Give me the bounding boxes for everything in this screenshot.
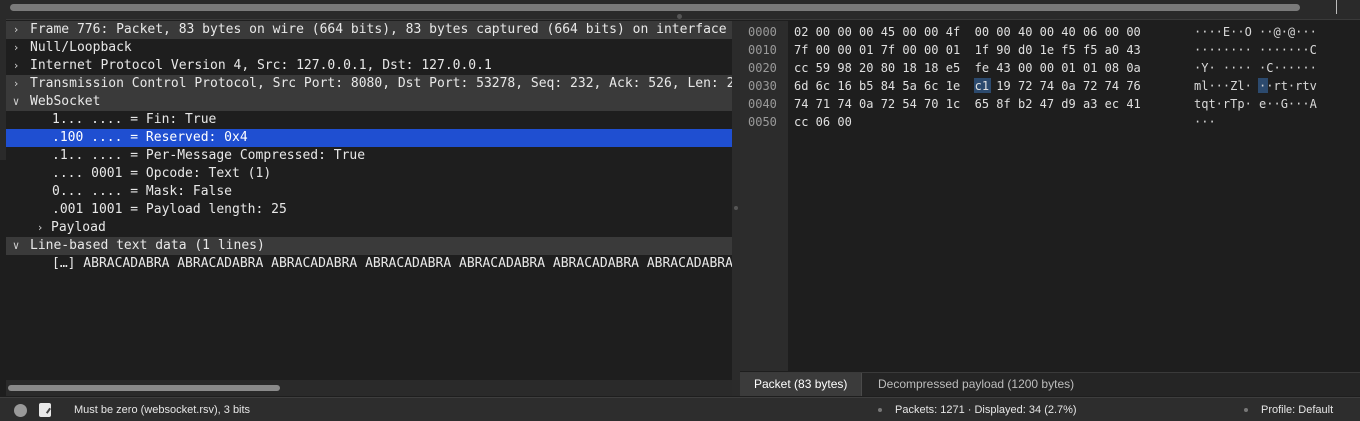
bytes-offset-line: 0030 — [748, 79, 777, 93]
tree-row[interactable]: › Frame 776: Packet, 83 bytes on wire (66… — [6, 21, 732, 39]
tree-row[interactable]: .100 .... = Reserved: 0x4 — [6, 129, 732, 147]
bytes-offset-line: 0000 — [748, 25, 777, 39]
chevron-right-icon[interactable]: › — [34, 219, 46, 237]
tab-decompressed-payload[interactable]: Decompressed payload (1200 bytes) — [864, 373, 1088, 396]
bytes-hex-line[interactable]: 02 00 00 00 45 00 00 4f 00 00 40 00 40 0… — [794, 23, 1141, 41]
tree-row[interactable]: › Payload — [6, 219, 732, 237]
tree-row-label: .1.. .... = Per-Message Compressed: True — [52, 148, 366, 163]
bytes-offset-line: 0010 — [748, 43, 777, 57]
chevron-right-icon[interactable]: › — [10, 75, 22, 93]
tree-row-label: Payload — [51, 220, 106, 235]
bytes-ascii-line[interactable]: ml···Zl· ··rt·rtv — [1194, 77, 1317, 95]
tree-row-label: .... 0001 = Opcode: Text (1) — [52, 166, 272, 181]
tree-row[interactable]: › Null/Loopback — [6, 39, 732, 57]
packet-list-scrollbar[interactable] — [10, 4, 1300, 11]
bytes-hex-line[interactable]: 74 71 74 0a 72 54 70 1c 65 8f b2 47 d9 a… — [794, 95, 1141, 113]
top-toolbar-strip — [0, 0, 1360, 20]
tree-row-label: 0... .... = Mask: False — [52, 184, 233, 199]
tree-row[interactable]: ∨ Line-based text data (1 lines) — [6, 237, 732, 255]
details-bytes-splitter[interactable] — [732, 21, 740, 396]
tree-row[interactable]: .1.. .... = Per-Message Compressed: True — [6, 147, 732, 165]
tree-row[interactable]: 1... .... = Fin: True — [6, 111, 732, 129]
bytes-hex-line[interactable]: cc 06 00 — [794, 113, 852, 131]
expert-info-icon[interactable] — [14, 404, 27, 417]
tree-row[interactable]: .... 0001 = Opcode: Text (1) — [6, 165, 732, 183]
field-info-text: Must be zero (websocket.rsv), 3 bits — [74, 404, 251, 416]
bytes-ascii-line[interactable]: ········ ·······C — [1194, 41, 1317, 59]
tree-row-label: Null/Loopback — [30, 40, 132, 55]
tree-row-label: Line-based text data (1 lines) — [30, 238, 265, 253]
status-bar: Must be zero (websocket.rsv), 3 bits Pac… — [0, 397, 1360, 421]
tree-row-label: .100 .... = Reserved: 0x4 — [52, 130, 248, 145]
tree-row[interactable]: […] ABRACADABRA ABRACADABRA ABRACADABRA … — [6, 255, 732, 273]
tree-row-label: […] ABRACADABRA ABRACADABRA ABRACADABRA … — [52, 256, 732, 271]
packet-details-pane[interactable]: › Frame 776: Packet, 83 bytes on wire (66… — [6, 21, 732, 379]
tree-row[interactable]: › Internet Protocol Version 4, Src: 127.0… — [6, 57, 732, 75]
tab-packet-bytes[interactable]: Packet (83 bytes) — [740, 373, 863, 396]
bytes-tab-bar: Packet (83 bytes) Decompressed payload (… — [740, 372, 1360, 396]
profile-text[interactable]: Profile: Default — [1261, 398, 1333, 421]
bytes-offset-line: 0050 — [748, 115, 777, 129]
tree-row[interactable]: › Transmission Control Protocol, Src Port… — [6, 75, 732, 93]
bytes-offset-line: 0020 — [748, 61, 777, 75]
tree-row-label: Frame 776: Packet, 83 bytes on wire (664… — [30, 22, 727, 37]
bytes-hex-line[interactable]: 7f 00 00 01 7f 00 00 01 1f 90 d0 1e f5 f… — [794, 41, 1141, 59]
tree-row[interactable]: ∨ WebSocket — [6, 93, 732, 111]
tree-row-label: Transmission Control Protocol, Src Port:… — [30, 76, 732, 91]
tree-row-label: WebSocket — [30, 94, 101, 109]
top-divider — [1336, 0, 1337, 14]
packet-count-text: Packets: 1271 · Displayed: 34 (2.7%) — [895, 404, 1077, 416]
bytes-ascii-line[interactable]: ····E··O ··@·@··· — [1194, 23, 1317, 41]
tree-row-label: Internet Protocol Version 4, Src: 127.0.… — [30, 58, 492, 73]
bytes-hex-line[interactable]: 6d 6c 16 b5 84 5a 6c 1e c1 19 72 74 0a 7… — [794, 77, 1141, 95]
chevron-down-icon[interactable]: ∨ — [10, 237, 22, 255]
tree-row-label: 1... .... = Fin: True — [52, 112, 217, 127]
details-scroll-thumb[interactable] — [8, 385, 280, 391]
chevron-right-icon[interactable]: › — [10, 21, 22, 39]
chevron-right-icon[interactable]: › — [10, 57, 22, 75]
status-separator-dot — [878, 408, 882, 412]
tree-row[interactable]: 0... .... = Mask: False — [6, 183, 732, 201]
bytes-ascii-line[interactable]: tqt·rTp· e··G···A — [1194, 95, 1317, 113]
details-horizontal-scrollbar[interactable] — [6, 380, 732, 396]
tree-row-label: .001 1001 = Payload length: 25 — [52, 202, 287, 217]
pane-splitter-handle[interactable] — [677, 14, 682, 19]
chevron-down-icon[interactable]: ∨ — [10, 93, 22, 111]
tree-row[interactable]: .001 1001 = Payload length: 25 — [6, 201, 732, 219]
bytes-offset-line: 0040 — [748, 97, 777, 111]
bytes-ascii-line[interactable]: ·Y· ···· ·C······ — [1194, 59, 1317, 77]
bytes-hex-line[interactable]: cc 59 98 20 80 18 18 e5 fe 43 00 00 01 0… — [794, 59, 1141, 77]
packet-comment-icon[interactable] — [39, 403, 51, 417]
status-separator-dot — [1244, 408, 1248, 412]
splitter-handle[interactable] — [734, 206, 738, 210]
chevron-right-icon[interactable]: › — [10, 39, 22, 57]
bytes-ascii-line[interactable]: ··· — [1194, 113, 1216, 131]
packet-bytes-pane[interactable]: 0000 02 00 00 00 45 00 00 4f 00 00 40 00 … — [740, 21, 1360, 371]
